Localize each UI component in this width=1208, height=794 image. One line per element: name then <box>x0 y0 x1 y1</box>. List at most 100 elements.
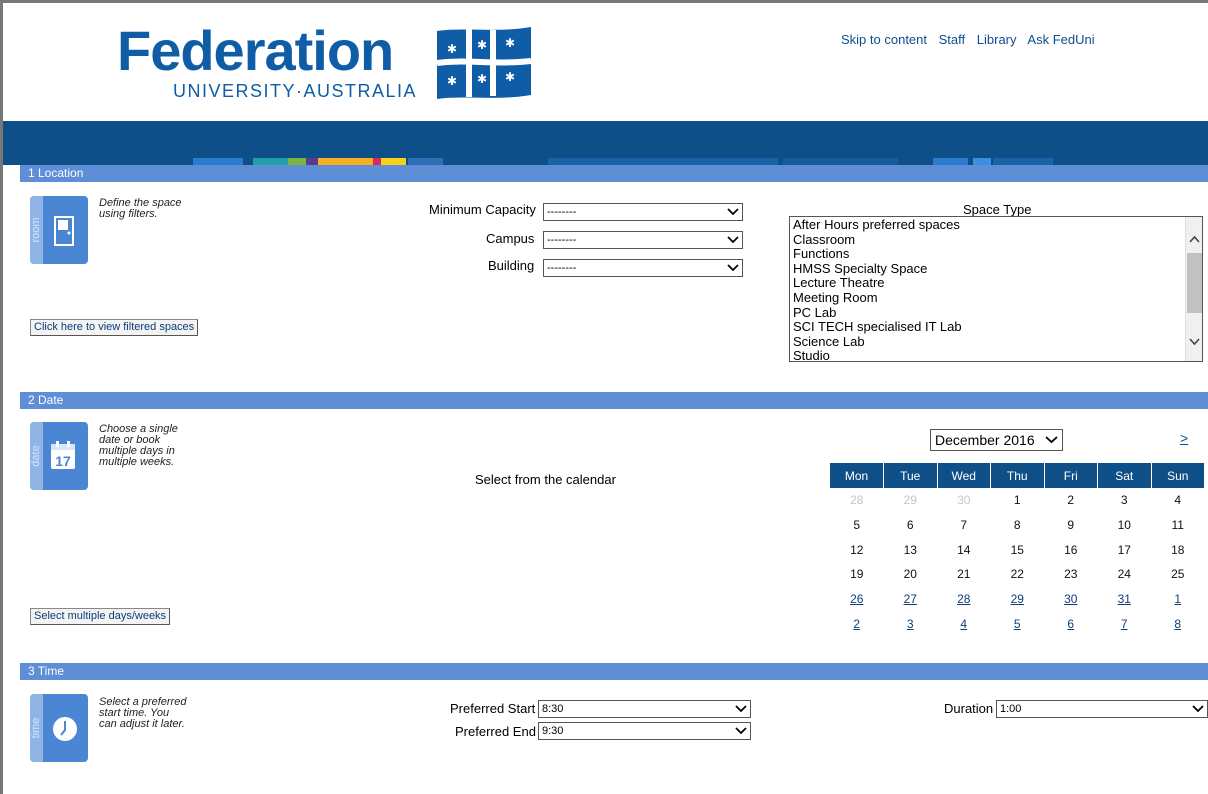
library-link[interactable]: Library <box>977 32 1017 47</box>
ask-feduni-link[interactable]: Ask FedUni <box>1027 32 1094 47</box>
logo-wordmark: Federation <box>117 19 394 82</box>
next-month-link[interactable]: > <box>1180 430 1188 446</box>
svg-text:✱: ✱ <box>505 70 515 84</box>
space-type-option[interactable]: HMSS Specialty Space <box>793 261 962 277</box>
calendar-day[interactable]: 15 <box>991 537 1045 562</box>
svg-text:✱: ✱ <box>477 38 487 52</box>
calendar-day[interactable]: 26 <box>830 587 884 612</box>
scrollbar-thumb[interactable] <box>1187 253 1202 313</box>
calendar-day[interactable]: 6 <box>884 513 938 538</box>
calendar-day[interactable]: 1 <box>1151 587 1205 612</box>
calendar-day[interactable]: 12 <box>830 537 884 562</box>
calendar-day[interactable]: 8 <box>1151 611 1205 636</box>
calendar-day[interactable]: 14 <box>937 537 991 562</box>
header-band <box>3 121 1208 165</box>
space-type-option[interactable]: SCI TECH specialised IT Lab <box>793 320 962 335</box>
federation-logo[interactable]: Federation UNIVERSITY·AUSTRALIA ✱ ✱ ✱ ✱ ✱ ✱ <box>117 19 532 101</box>
calendar-day[interactable]: 7 <box>937 513 991 538</box>
flag-icon: ✱ ✱ ✱ ✱ ✱ ✱ <box>436 27 532 99</box>
calendar-day: 29 <box>903 493 917 508</box>
chevron-down-icon <box>1192 701 1204 713</box>
select-multiple-days-button[interactable]: Select multiple days/weeks <box>30 608 171 625</box>
room-icon: room <box>30 196 88 264</box>
calendar-day[interactable]: 11 <box>1151 513 1205 538</box>
calendar-day[interactable]: 29 <box>991 587 1045 612</box>
calendar-day[interactable]: 9 <box>1044 513 1098 538</box>
calendar-day[interactable]: 19 <box>830 562 884 587</box>
calendar-day[interactable]: 8 <box>991 513 1045 538</box>
space-type-option[interactable]: PC Lab <box>793 305 962 321</box>
time-section-bar: 3 Time <box>20 663 1208 680</box>
scroll-up-icon[interactable] <box>1188 233 1201 246</box>
calendar-day[interactable]: 20 <box>884 562 938 587</box>
calendar-day[interactable]: 6 <box>1044 611 1098 636</box>
duration-value: 1:00 <box>1000 703 1022 715</box>
space-type-option[interactable]: Functions <box>793 247 962 262</box>
location-description: Define the space using filters. <box>99 197 182 220</box>
campus-select[interactable]: -------- <box>543 231 743 249</box>
calendar-day[interactable]: 17 <box>1098 537 1152 562</box>
skip-to-content-link[interactable]: Skip to content <box>841 32 927 47</box>
listbox-scrollbar[interactable] <box>1185 217 1202 361</box>
location-section-bar: 1 Location <box>20 165 1208 182</box>
calendar-day[interactable]: 3 <box>884 611 938 636</box>
calendar-day[interactable]: 30 <box>1044 587 1098 612</box>
time-icon: time <box>30 694 88 762</box>
calendar-day[interactable]: 27 <box>884 587 938 612</box>
space-type-option[interactable]: Science Lab <box>793 334 962 350</box>
calendar-day[interactable]: 4 <box>1151 488 1205 513</box>
duration-label: Duration <box>944 701 994 716</box>
chevron-down-icon <box>735 723 747 735</box>
building-select[interactable]: -------- <box>543 259 743 277</box>
calendar-day[interactable]: 5 <box>830 513 884 538</box>
space-type-option[interactable]: Meeting Room <box>793 290 962 306</box>
calendar-week-row: 12 13 14 15 16 17 18 <box>830 537 1205 562</box>
space-type-option[interactable]: Lecture Theatre <box>793 276 962 291</box>
calendar-day[interactable]: 4 <box>937 611 991 636</box>
calendar-week-row: 19 20 21 22 23 24 25 <box>830 562 1205 587</box>
calendar-day[interactable]: 22 <box>991 562 1045 587</box>
calendar-day[interactable]: 16 <box>1044 537 1098 562</box>
calendar-day: 28 <box>850 493 864 508</box>
calendar-week-row: 28 29 30 1 2 3 4 <box>830 488 1205 513</box>
calendar-day[interactable]: 24 <box>1098 562 1152 587</box>
duration-select[interactable]: 1:00 <box>996 700 1208 718</box>
calendar-day[interactable]: 2 <box>830 611 884 636</box>
scroll-down-icon[interactable] <box>1188 335 1201 348</box>
calendar-day[interactable]: 3 <box>1098 488 1152 513</box>
calendar-instruction: Select from the calendar <box>475 472 616 487</box>
min-capacity-select[interactable]: -------- <box>543 203 743 221</box>
preferred-start-value: 8:30 <box>542 703 564 715</box>
calendar-day[interactable]: 2 <box>1044 488 1098 513</box>
svg-text:✱: ✱ <box>447 74 457 88</box>
preferred-end-select[interactable]: 9:30 <box>538 722 751 740</box>
chevron-down-icon <box>735 701 747 713</box>
space-type-option[interactable]: After Hours preferred spaces <box>793 217 962 233</box>
calendar-day[interactable]: 25 <box>1151 562 1205 587</box>
calendar-day[interactable]: 21 <box>937 562 991 587</box>
space-type-option[interactable]: Studio <box>793 349 962 364</box>
view-filtered-spaces-button[interactable]: Click here to view filtered spaces <box>30 319 199 336</box>
calendar-day[interactable]: 13 <box>884 537 938 562</box>
preferred-start-label: Preferred Start <box>450 701 536 716</box>
weekday-header: Sat <box>1097 463 1152 488</box>
calendar-day[interactable]: 1 <box>991 488 1045 513</box>
calendar-day[interactable]: 31 <box>1098 587 1152 612</box>
header: Federation UNIVERSITY·AUSTRALIA ✱ ✱ ✱ ✱ ✱ ✱ … <box>3 3 1208 121</box>
space-type-label: Space Type <box>963 202 1032 217</box>
space-type-listbox[interactable]: After Hours preferred spaces Classroom F… <box>789 216 1203 364</box>
room-icon-label: room <box>30 217 42 243</box>
staff-link[interactable]: Staff <box>939 32 966 47</box>
month-select[interactable]: December 2016 <box>930 429 1063 451</box>
space-type-option[interactable]: Classroom <box>793 232 962 248</box>
min-capacity-value: -------- <box>547 206 577 218</box>
calendar-day[interactable]: 7 <box>1098 611 1152 636</box>
date-icon-label: date <box>30 445 42 467</box>
calendar-day[interactable]: 18 <box>1151 537 1205 562</box>
calendar-day[interactable]: 10 <box>1098 513 1152 538</box>
preferred-start-select[interactable]: 8:30 <box>538 700 751 718</box>
building-label: Building <box>488 258 535 273</box>
calendar-day[interactable]: 5 <box>991 611 1045 636</box>
calendar-day[interactable]: 23 <box>1044 562 1098 587</box>
calendar-day[interactable]: 28 <box>937 587 991 612</box>
